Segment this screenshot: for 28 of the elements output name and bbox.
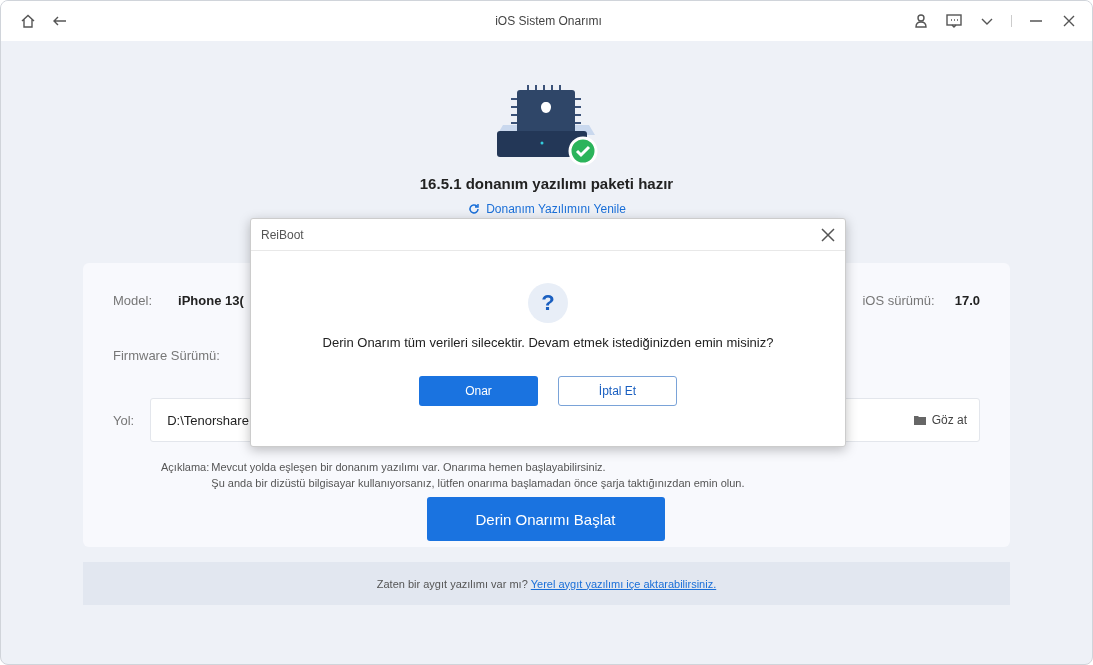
cancel-button[interactable]: İptal Et bbox=[558, 376, 677, 406]
refresh-firmware-link[interactable]: Donanım Yazılımını Yenile bbox=[467, 202, 626, 216]
user-icon[interactable] bbox=[912, 12, 930, 30]
ios-version-label: iOS sürümü: bbox=[862, 292, 935, 308]
import-local-firmware-link[interactable]: Yerel aygıt yazılımı içe aktarabilirsiniz. bbox=[530, 577, 717, 590]
message-icon[interactable] bbox=[945, 12, 963, 30]
description-label: Açıklama: bbox=[161, 460, 210, 475]
firmware-version-label: Firmware Sürümü: bbox=[113, 347, 220, 363]
model-label: Model: bbox=[113, 292, 153, 308]
dialog-title: ReiBoot bbox=[261, 227, 305, 242]
dialog-message: Derin Onarım tüm verileri silecektir. Devam etmek istediğinizden emin misiniz? bbox=[322, 335, 774, 350]
question-mark-icon: ? bbox=[528, 283, 568, 323]
home-icon[interactable] bbox=[19, 12, 37, 30]
folder-icon bbox=[913, 415, 926, 425]
path-label: Yol: bbox=[113, 412, 135, 428]
window-title: iOS Sistem Onarımı bbox=[494, 14, 603, 28]
description-text: Şu anda bir dizüstü bilgisayar kullanıyorsanız, lütfen onarıma başlamadan önce şarja taktığınızdan emin olun. bbox=[211, 476, 745, 491]
footer-text: Zaten bir aygıt yazılımı var mı? bbox=[376, 577, 528, 590]
model-value: iPhone 13( bbox=[178, 292, 244, 308]
firmware-ready-title: 16.5.1 donanım yazılımı paketi hazır bbox=[419, 175, 674, 192]
ios-version-value: 17.0 bbox=[954, 292, 980, 308]
chip-with-check-icon bbox=[494, 85, 599, 167]
browse-button[interactable]: Göz at bbox=[913, 413, 967, 427]
refresh-icon[interactable] bbox=[467, 202, 482, 216]
repair-button[interactable]: Onar bbox=[419, 376, 538, 406]
description-text: Mevcut yolda eşleşen bir donanım yazılımı var. Onarıma hemen başlayabilirsiniz. bbox=[211, 460, 607, 475]
start-deep-repair-button[interactable]: Derin Onarımı Başlat bbox=[426, 497, 665, 541]
close-icon[interactable] bbox=[821, 227, 835, 242]
